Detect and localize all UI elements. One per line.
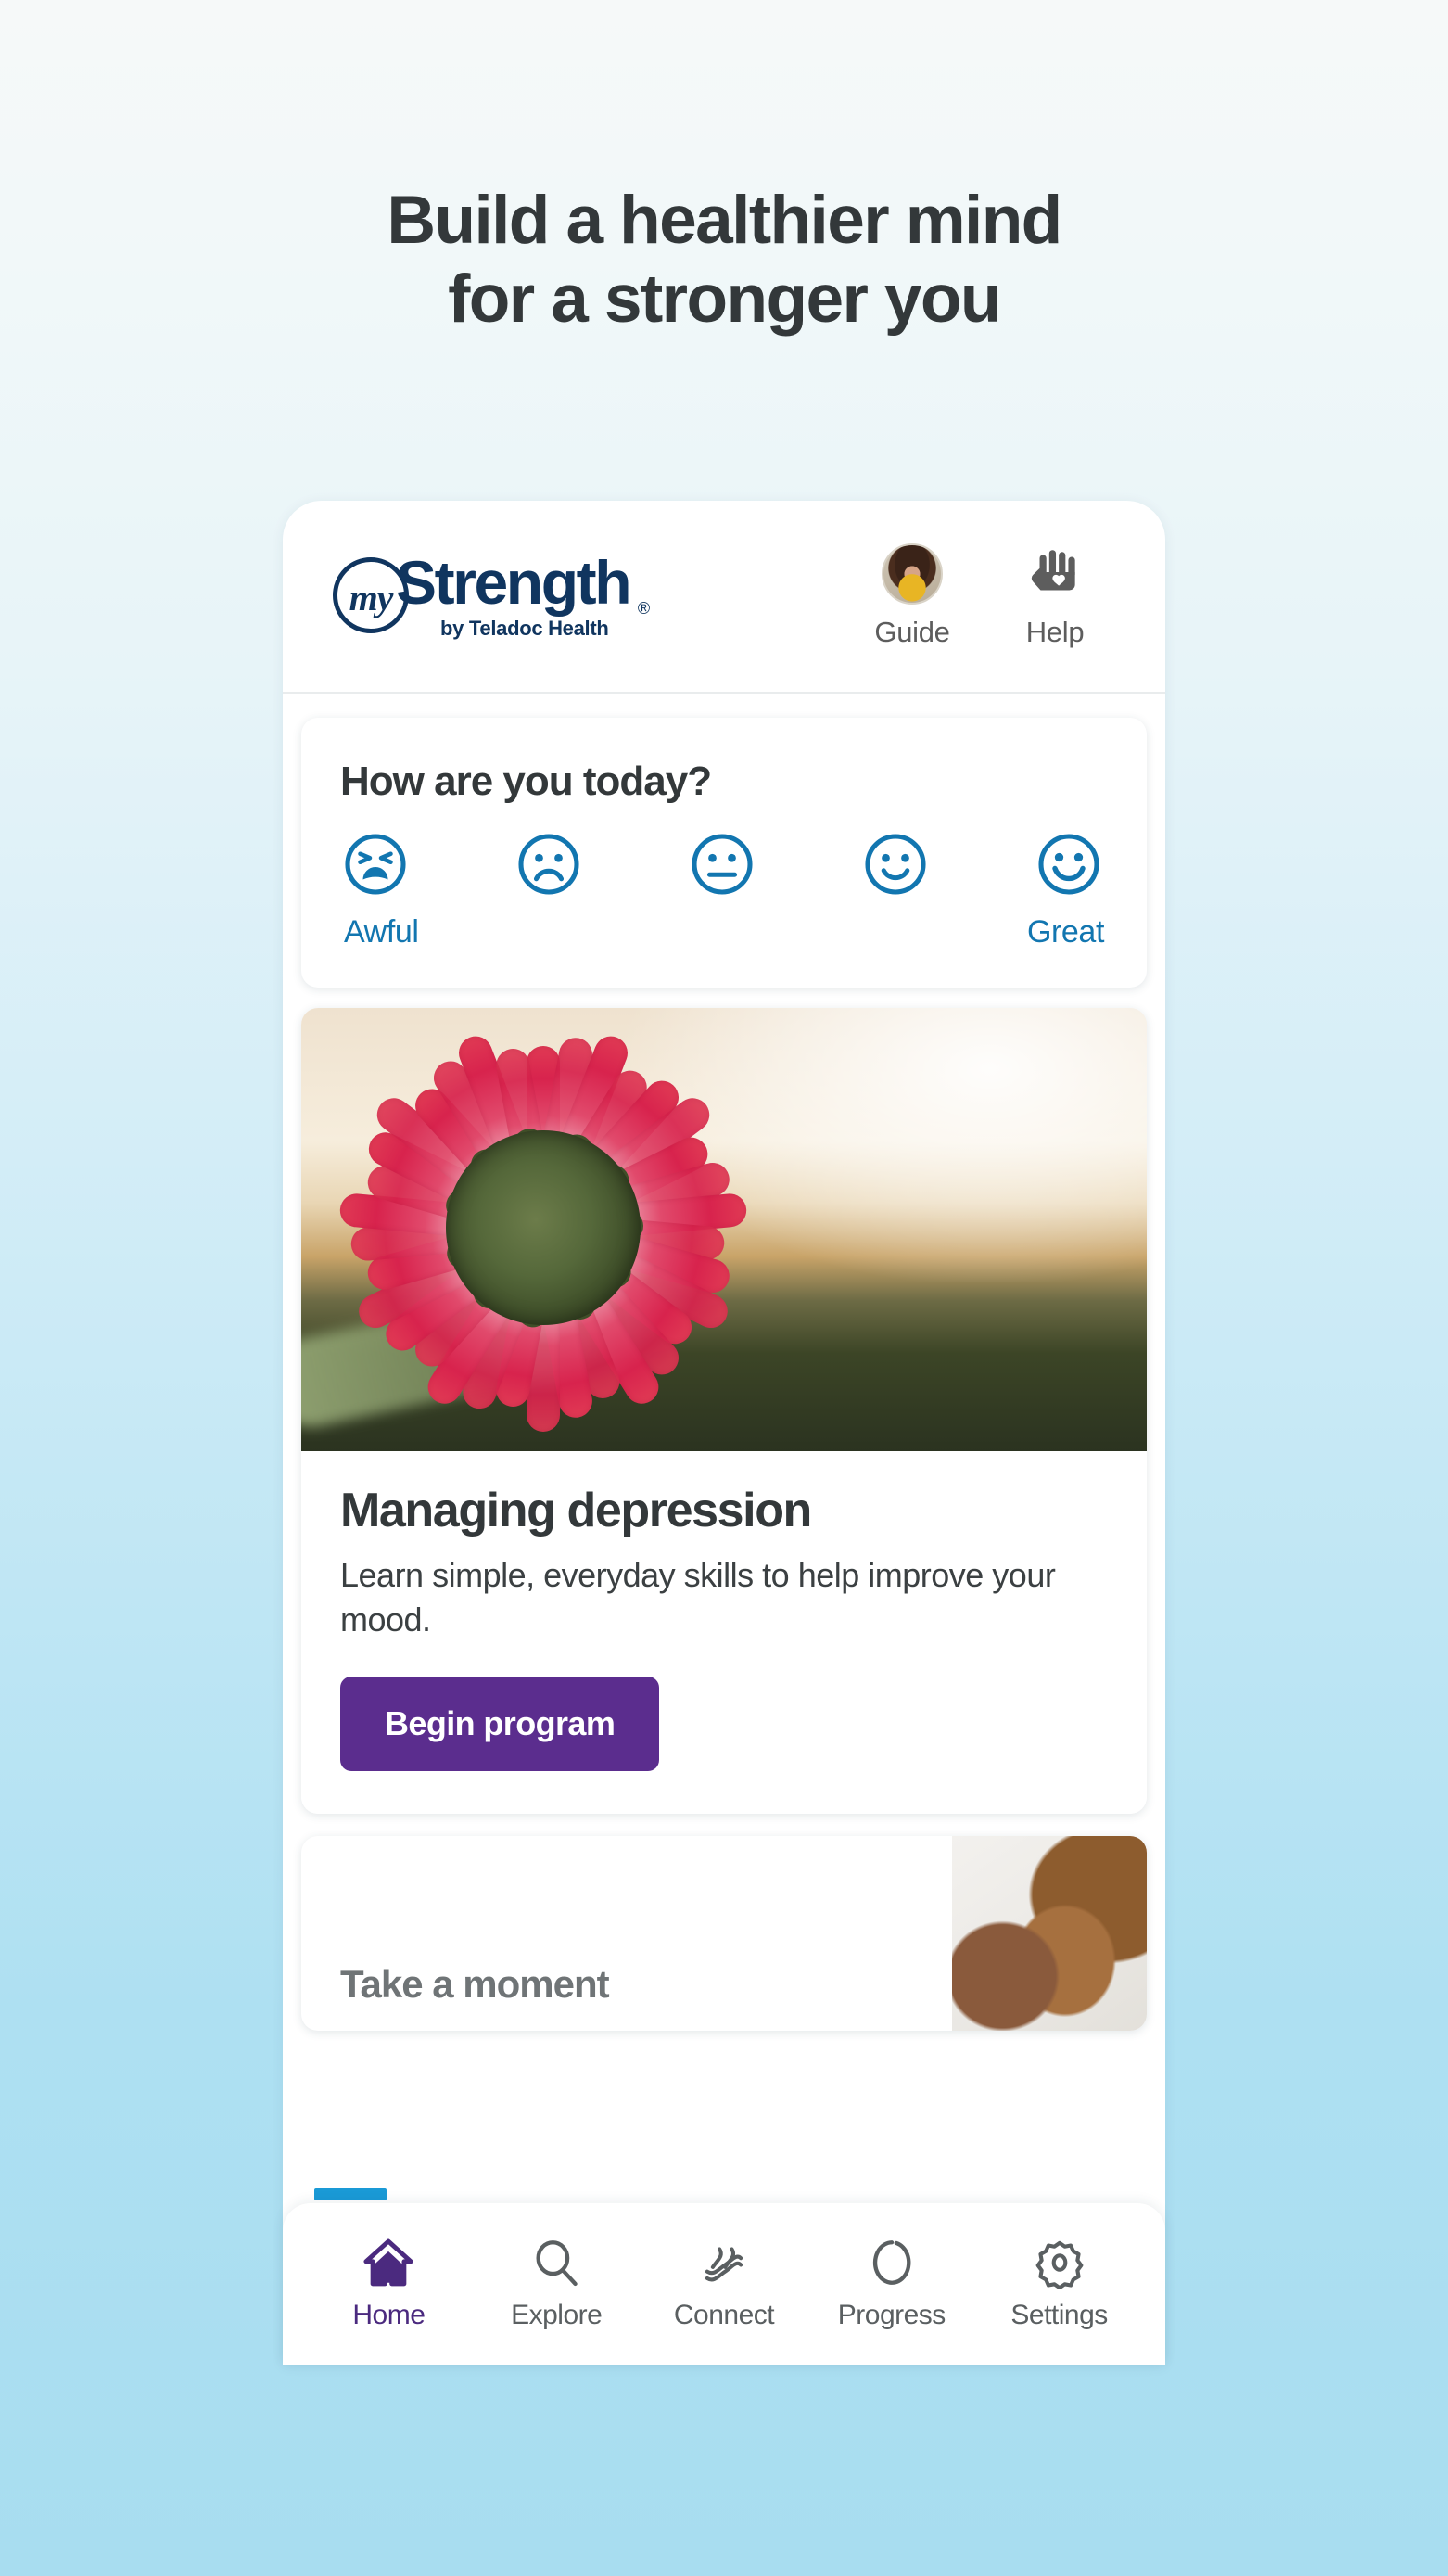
nav-item-settings[interactable]: Settings bbox=[975, 2235, 1143, 2331]
guide-button[interactable]: Guide bbox=[856, 543, 969, 649]
sad-face-icon[interactable] bbox=[515, 831, 582, 898]
registered-trademark-icon: ® bbox=[637, 599, 651, 618]
nav-label-home: Home bbox=[352, 2300, 426, 2330]
nav-item-home[interactable]: Home bbox=[305, 2235, 473, 2331]
headline-line-2: for a stronger you bbox=[448, 261, 1001, 337]
headline-line-1: Build a healthier mind bbox=[387, 183, 1062, 258]
flower-graphic bbox=[325, 1010, 761, 1446]
awful-face-icon[interactable] bbox=[342, 831, 409, 898]
mood-check-in-card: How are you today? Awful Great bbox=[301, 718, 1147, 988]
logo-tagline: by Teladoc Health bbox=[440, 617, 609, 640]
nav-label-explore: Explore bbox=[511, 2300, 603, 2330]
flower-center-disc bbox=[446, 1130, 641, 1325]
program-card-body: Managing depression Learn simple, everyd… bbox=[301, 1451, 1147, 1815]
program-card[interactable]: Managing depression Learn simple, everyd… bbox=[301, 1008, 1147, 1815]
mood-low-label: Awful bbox=[344, 914, 419, 950]
nav-item-progress[interactable]: Progress bbox=[807, 2235, 975, 2331]
program-description: Learn simple, everyday skills to help im… bbox=[340, 1556, 1056, 1639]
nav-active-indicator bbox=[314, 2188, 387, 2200]
mood-high-label: Great bbox=[1026, 914, 1104, 950]
moment-card-title: Take a moment bbox=[340, 1962, 610, 2007]
nav-label-connect: Connect bbox=[673, 2300, 775, 2330]
nav-label-progress: Progress bbox=[837, 2300, 946, 2330]
logo-my-text: my bbox=[349, 576, 394, 618]
slight-smile-face-icon[interactable] bbox=[862, 831, 929, 898]
progress-ring-icon bbox=[807, 2235, 975, 2290]
logo-wordmark-group: Strength ® by Teladoc Health bbox=[396, 548, 650, 641]
hand-heart-icon bbox=[1031, 550, 1075, 591]
page-headline: Build a healthier mind for a stronger yo… bbox=[0, 182, 1448, 338]
gear-icon bbox=[975, 2235, 1143, 2290]
connect-icon bbox=[641, 2235, 808, 2290]
nav-item-connect[interactable]: Connect bbox=[641, 2235, 808, 2331]
happy-face-icon[interactable] bbox=[1035, 831, 1102, 898]
search-icon bbox=[473, 2235, 641, 2290]
help-label: Help bbox=[1025, 616, 1085, 648]
phone-mockup: my Strength ® by Teladoc Health Guide He… bbox=[283, 501, 1165, 2365]
nav-item-explore[interactable]: Explore bbox=[473, 2235, 641, 2331]
begin-program-button[interactable]: Begin program bbox=[340, 1677, 660, 1772]
header-actions: Guide Help bbox=[856, 543, 1121, 649]
logo-strength-text: Strength bbox=[396, 548, 632, 617]
home-icon bbox=[305, 2235, 473, 2290]
help-button[interactable]: Help bbox=[998, 543, 1111, 649]
mood-card-title: How are you today? bbox=[340, 759, 712, 804]
avatar-photo-icon bbox=[882, 543, 943, 605]
mood-scale-labels: Awful Great bbox=[340, 914, 1108, 950]
nav-label-settings: Settings bbox=[1010, 2300, 1108, 2330]
mystrength-logo: my Strength ® by Teladoc Health bbox=[333, 548, 650, 641]
program-title: Managing depression bbox=[340, 1484, 812, 1537]
bottom-navigation-bar: Home Explore Connect Progress Settings bbox=[283, 2203, 1165, 2365]
app-header: my Strength ® by Teladoc Health Guide He… bbox=[283, 501, 1165, 694]
moment-card-image bbox=[952, 1836, 1147, 2032]
guide-label: Guide bbox=[874, 616, 950, 648]
program-hero-image bbox=[301, 1008, 1147, 1451]
mood-face-row bbox=[340, 831, 1108, 898]
neutral-face-icon[interactable] bbox=[689, 831, 756, 898]
take-a-moment-card[interactable]: Take a moment bbox=[301, 1836, 1147, 2032]
